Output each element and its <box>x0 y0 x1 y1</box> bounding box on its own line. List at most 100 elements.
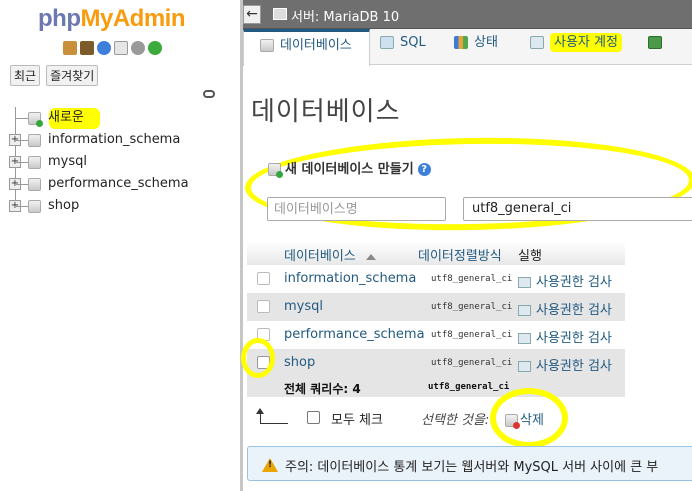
check-all-label[interactable]: 모두 체크 <box>331 409 383 428</box>
server-icon <box>273 8 287 20</box>
notice-box: 주의: 데이터베이스 통계 보기는 웹서버와 MySQL 서버 사이에 큰 부 <box>247 446 692 481</box>
tree-branch <box>16 206 28 207</box>
check-privileges-label: 사용권한 검사 <box>536 359 612 374</box>
tab-user-accounts[interactable]: 사용자 계정 <box>530 29 622 65</box>
collation-value: utf8_general_ci <box>431 274 513 284</box>
table-row: mysql utf8_general_ci 사용권한 검사 <box>247 293 625 321</box>
exit-icon[interactable] <box>80 41 94 55</box>
tree-item-label: 새로운 <box>48 110 84 125</box>
help-icon[interactable] <box>97 41 111 55</box>
nav-resize-handle[interactable] <box>240 0 243 491</box>
row-checkbox[interactable] <box>257 300 270 313</box>
new-database-icon <box>268 163 283 178</box>
collation-value: utf8_general_ci <box>431 302 513 312</box>
column-header-collation[interactable]: 데이터정렬방식 <box>418 245 502 264</box>
tab-sql[interactable]: SQL <box>380 29 426 65</box>
tree-item-information-schema[interactable]: + information_schema <box>8 129 238 151</box>
sql-icon <box>380 36 394 49</box>
phpmyadmin-logo[interactable]: phpMyAdmin <box>38 5 185 33</box>
user-accounts-icon <box>530 36 544 49</box>
tree-branch <box>16 184 28 185</box>
tab-databases[interactable]: 데이터베이스 <box>243 29 370 66</box>
database-icon <box>28 156 41 169</box>
tree-branch <box>16 118 28 119</box>
arrow-base <box>260 423 288 424</box>
check-privileges-link[interactable]: 사용권한 검사 <box>518 355 612 374</box>
check-privileges-link[interactable]: 사용권한 검사 <box>518 299 612 318</box>
database-link[interactable]: information_schema <box>284 271 416 286</box>
notice-text: 주의: 데이터베이스 통계 보기는 웹서버와 MySQL 서버 사이에 큰 부 <box>285 460 659 475</box>
table-header: 데이터베이스 데이터정렬방식 실행 <box>247 241 625 265</box>
navigation-panel: phpMyAdmin 최근 즐겨찾기 새로운 + information_sch… <box>0 0 240 491</box>
table-footer: 전체 쿼리수: 4 utf8_general_ci <box>247 377 625 397</box>
check-privileges-label: 사용권한 검사 <box>536 331 612 346</box>
arrow-up-icon <box>256 408 288 426</box>
tree-branch <box>16 162 28 163</box>
databases-table: 데이터베이스 데이터정렬방식 실행 information_schema utf… <box>247 241 625 397</box>
main-tabs: 데이터베이스 SQL 상태 사용자 계정 <box>243 29 692 66</box>
server-breadcrumb[interactable]: 서버: MariaDB 10 <box>291 6 399 25</box>
table-row: shop utf8_general_ci 사용권한 검사 <box>247 349 625 377</box>
table-row: information_schema utf8_general_ci 사용권한 … <box>247 265 625 293</box>
export-icon <box>648 36 662 49</box>
back-arrow-icon[interactable]: ← <box>243 5 261 24</box>
column-header-action: 실행 <box>518 249 542 264</box>
footer-collation: utf8_general_ci <box>428 382 510 392</box>
column-header-database[interactable]: 데이터베이스 <box>284 245 376 264</box>
page-title: 데이터베이스 <box>251 97 401 127</box>
check-privileges-link[interactable]: 사용권한 검사 <box>518 327 612 346</box>
documentation-icon[interactable] <box>114 41 128 55</box>
tree-item-new[interactable]: 새로운 <box>8 107 238 129</box>
warning-icon <box>262 458 278 472</box>
collation-value: utf8_general_ci <box>431 330 513 340</box>
link-chain-icon[interactable] <box>203 90 215 98</box>
phpmyadmin-window: phpMyAdmin 최근 즐겨찾기 새로운 + information_sch… <box>0 0 692 491</box>
total-count: 전체 쿼리수: 4 <box>284 382 361 396</box>
reload-icon[interactable] <box>148 41 162 55</box>
tab-status[interactable]: 상태 <box>454 29 498 65</box>
table-row: performance_schema utf8_general_ci 사용권한 … <box>247 321 625 349</box>
highlight-ring-shop-checkbox <box>241 338 275 378</box>
status-chart-icon <box>454 36 468 49</box>
tab-label: SQL <box>400 35 426 50</box>
favorites-button[interactable]: 즐겨찾기 <box>46 65 99 86</box>
tree-branch <box>16 140 28 141</box>
tab-label: 상태 <box>474 35 498 50</box>
tree-item-mysql[interactable]: + mysql <box>8 151 238 173</box>
database-link[interactable]: mysql <box>284 299 323 314</box>
database-icon <box>260 39 274 52</box>
recent-button[interactable]: 최근 <box>10 65 41 86</box>
create-database-label: 새 데이터베이스 만들기 <box>285 162 414 177</box>
row-checkbox[interactable] <box>257 272 270 285</box>
database-icon <box>28 178 41 191</box>
tree-item-shop[interactable]: + shop <box>8 195 238 217</box>
nav-buttons: 최근 즐겨찾기 <box>10 65 99 86</box>
database-link[interactable]: shop <box>284 355 315 370</box>
settings-gear-icon[interactable] <box>131 41 145 55</box>
check-privileges-label: 사용권한 검사 <box>536 275 612 290</box>
database-icon <box>28 134 41 147</box>
tree-item-performance-schema[interactable]: + performance_schema <box>8 173 238 195</box>
collation-select[interactable]: utf8_general_ci <box>463 197 692 221</box>
logo-php: php <box>38 5 81 32</box>
collation-value: utf8_general_ci <box>431 358 513 368</box>
database-tree: 새로운 + information_schema + mysql + perfo… <box>8 107 238 217</box>
database-link[interactable]: performance_schema <box>284 327 425 342</box>
check-all-checkbox[interactable] <box>307 411 320 424</box>
sort-ascending-icon <box>365 253 376 260</box>
server-breadcrumb-bar: ← 서버: MariaDB 10 <box>243 0 692 29</box>
database-icon <box>28 200 41 213</box>
privileges-icon <box>518 305 531 316</box>
database-name-input[interactable] <box>267 197 446 221</box>
privileges-icon <box>518 361 531 372</box>
tree-item-label: information_schema <box>48 132 181 147</box>
check-privileges-link[interactable]: 사용권한 검사 <box>518 271 612 290</box>
logo-myadmin: MyAdmin <box>80 5 185 32</box>
nav-icon-bar <box>63 41 162 55</box>
help-icon[interactable]: ? <box>417 163 431 176</box>
create-database-title: 새 데이터베이스 만들기? <box>268 158 431 178</box>
tab-label: 사용자 계정 <box>550 33 622 52</box>
home-icon[interactable] <box>63 41 77 55</box>
highlight-ring-delete <box>490 388 568 448</box>
tab-more[interactable] <box>648 29 668 65</box>
